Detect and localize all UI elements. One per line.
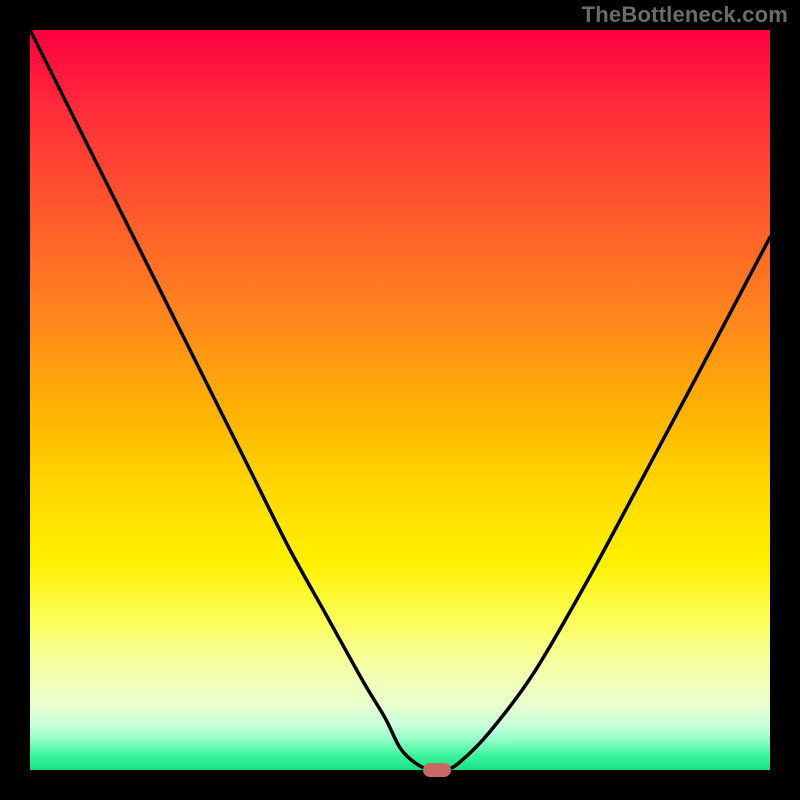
plot-area (30, 30, 770, 770)
curve-svg (30, 30, 770, 770)
watermark-text: TheBottleneck.com (582, 2, 788, 28)
optimal-point-marker (423, 763, 451, 777)
bottleneck-curve (30, 30, 770, 770)
chart-frame: TheBottleneck.com (0, 0, 800, 800)
